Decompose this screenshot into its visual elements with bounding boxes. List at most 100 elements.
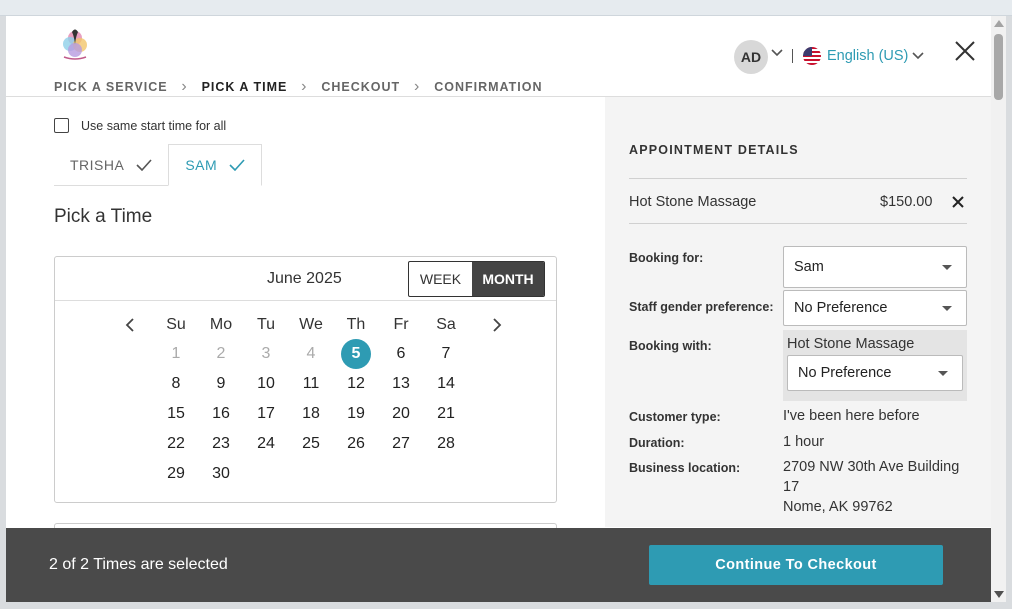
us-flag-icon	[803, 47, 821, 65]
calendar-day[interactable]: 23	[206, 429, 236, 459]
booking-with-select[interactable]: No Preference	[787, 355, 963, 391]
calendar-day[interactable]: 7	[431, 339, 461, 369]
business-location-label: Business location:	[629, 461, 741, 475]
calendar-day[interactable]: 11	[296, 369, 326, 399]
chevron-down-icon[interactable]	[771, 46, 783, 60]
weekday-header: Tu	[256, 316, 276, 333]
caret-down-icon	[942, 265, 952, 270]
month-calendar: June 2025 WEEK MONTH Su Mo Tu We Th Fr Sa 1 2 3 4 5…	[54, 256, 557, 503]
calendar-day[interactable]: 8	[161, 369, 191, 399]
calendar-day[interactable]: 17	[251, 399, 281, 429]
calendar-day[interactable]: 22	[161, 429, 191, 459]
calendar-day[interactable]: 12	[341, 369, 371, 399]
calendar-day[interactable]: 30	[206, 459, 236, 489]
chevron-left-icon[interactable]	[123, 317, 137, 333]
header-separator	[792, 49, 793, 63]
business-location-line: 17	[783, 479, 800, 495]
service-price: $150.00	[880, 194, 933, 210]
booking-with-label: Booking with:	[629, 339, 712, 353]
checkmark-icon	[229, 159, 245, 171]
calendar-day[interactable]: 27	[386, 429, 416, 459]
step-pick-service[interactable]: PICK A SERVICE	[54, 80, 168, 94]
staff-gender-select[interactable]: No Preference	[783, 290, 967, 326]
calendar-day: 3	[261, 345, 271, 362]
booking-modal: PICK A SERVICE › PICK A TIME › CHECKOUT …	[6, 16, 991, 602]
chevron-down-icon[interactable]	[912, 49, 924, 63]
continue-to-checkout-button[interactable]: Continue To Checkout	[649, 545, 943, 585]
duration-label: Duration:	[629, 436, 685, 450]
browser-top-strip	[0, 0, 1012, 16]
checkmark-icon	[136, 158, 152, 171]
tab-label: SAM	[185, 157, 218, 173]
calendar-day[interactable]: 9	[206, 369, 236, 399]
selection-status: 2 of 2 Times are selected	[49, 556, 228, 573]
week-view-button[interactable]: WEEK	[409, 262, 472, 296]
calendar-day[interactable]: 24	[251, 429, 281, 459]
tab-trisha[interactable]: TRISHA	[54, 144, 169, 186]
business-location-line: Nome, AK 99762	[783, 499, 893, 515]
weekday-header: Th	[346, 316, 366, 333]
business-location-line: 2709 NW 30th Ave Building	[783, 459, 960, 475]
staff-gender-value: No Preference	[794, 300, 888, 316]
booking-for-value: Sam	[794, 259, 824, 275]
page-scrollbar[interactable]	[991, 16, 1006, 602]
weekday-header: Su	[166, 316, 186, 333]
calendar-day[interactable]: 25	[296, 429, 326, 459]
scroll-up-arrow-icon[interactable]	[994, 20, 1004, 27]
step-confirmation[interactable]: CONFIRMATION	[434, 80, 542, 94]
same-start-time-label: Use same start time for all	[81, 118, 227, 133]
remove-service-icon[interactable]	[951, 195, 965, 209]
same-start-time-option[interactable]: Use same start time for all	[54, 118, 226, 133]
calendar-day[interactable]: 16	[206, 399, 236, 429]
caret-down-icon	[942, 306, 952, 311]
duration-value: 1 hour	[783, 434, 825, 450]
same-start-time-checkbox[interactable]	[54, 118, 69, 133]
view-toggle: WEEK MONTH	[408, 261, 545, 297]
time-picker-panel: Use same start time for all TRISHA SAM P…	[6, 97, 605, 533]
chevron-right-icon[interactable]	[490, 317, 504, 333]
calendar-day[interactable]: 6	[386, 339, 416, 369]
appointment-details-panel: APPOINTMENT DETAILS Hot Stone Massage $1…	[605, 97, 991, 527]
calendar-day[interactable]: 13	[386, 369, 416, 399]
user-avatar[interactable]: AD	[734, 40, 768, 74]
calendar-day[interactable]: 19	[341, 399, 371, 429]
calendar-day[interactable]: 18	[296, 399, 326, 429]
scroll-down-arrow-icon[interactable]	[994, 591, 1004, 598]
calendar-day: 2	[216, 345, 226, 362]
calendar-day: 4	[306, 345, 316, 362]
calendar-day[interactable]: 21	[431, 399, 461, 429]
booking-for-select[interactable]: Sam	[783, 246, 967, 288]
tab-sam[interactable]: SAM	[168, 144, 263, 186]
calendar-day[interactable]: 15	[161, 399, 191, 429]
calendar-month-label: June 2025	[267, 270, 342, 287]
tab-label: TRISHA	[70, 156, 125, 173]
language-selector[interactable]: English (US)	[827, 48, 908, 64]
scroll-thumb[interactable]	[994, 34, 1003, 100]
business-logo	[63, 29, 87, 60]
step-checkout[interactable]: CHECKOUT	[321, 80, 400, 94]
service-row: Hot Stone Massage $150.00	[629, 178, 967, 224]
weekday-header: Mo	[209, 316, 233, 333]
calendar-day[interactable]: 28	[431, 429, 461, 459]
chevron-right-icon: ›	[301, 78, 308, 95]
weekday-header: We	[299, 316, 323, 333]
calendar-day: 1	[171, 345, 181, 362]
close-icon[interactable]	[952, 38, 978, 64]
calendar-header: June 2025 WEEK MONTH	[55, 257, 556, 301]
booking-with-group: Hot Stone Massage No Preference	[783, 330, 967, 401]
month-view-button[interactable]: MONTH	[472, 262, 544, 296]
calendar-day[interactable]: 26	[341, 429, 371, 459]
checkout-steps: PICK A SERVICE › PICK A TIME › CHECKOUT …	[54, 78, 542, 96]
chevron-right-icon: ›	[414, 78, 421, 95]
caret-down-icon	[938, 371, 948, 376]
customer-type-label: Customer type:	[629, 410, 721, 424]
staff-gender-label: Staff gender preference:	[629, 300, 774, 314]
chevron-right-icon: ›	[181, 78, 188, 95]
calendar-day[interactable]: 10	[251, 369, 281, 399]
calendar-day[interactable]: 20	[386, 399, 416, 429]
calendar-day[interactable]: 14	[431, 369, 461, 399]
service-name: Hot Stone Massage	[629, 194, 757, 210]
calendar-day-selected[interactable]: 5	[341, 339, 371, 369]
calendar-day[interactable]: 29	[161, 459, 191, 489]
step-pick-time[interactable]: PICK A TIME	[202, 80, 288, 94]
